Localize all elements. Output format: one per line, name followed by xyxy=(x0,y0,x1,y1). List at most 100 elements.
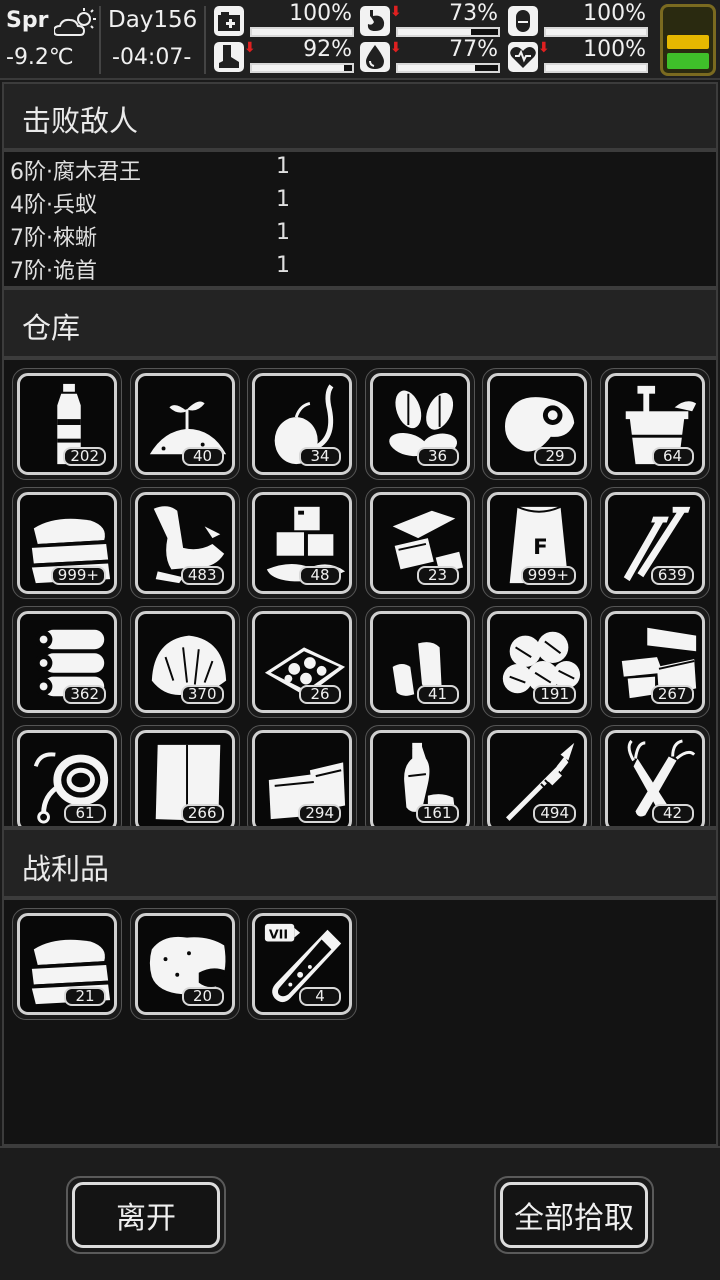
item-count: 639 xyxy=(650,566,694,585)
stamina-percent: 92% xyxy=(303,37,352,62)
leave-button[interactable]: 离开 xyxy=(66,1176,226,1254)
temperature-label: -9.2℃ xyxy=(6,45,74,70)
item-slot[interactable]: 42 xyxy=(599,725,710,826)
item-slot[interactable]: 483 xyxy=(129,487,240,599)
stamina-bar xyxy=(250,63,354,73)
item-slot[interactable]: 294 xyxy=(247,725,357,826)
item-slot-frame: F 999+ xyxy=(487,492,587,594)
thirst-stat: ⬇ 77% xyxy=(360,37,500,75)
heart-stat: ⬇ 100% xyxy=(508,37,648,75)
mood-bar xyxy=(544,27,648,37)
section-title: 击败敌人 xyxy=(22,104,139,138)
item-slot[interactable]: 21 xyxy=(12,908,122,1020)
hunger-stat: ⬇ 73% xyxy=(360,1,500,39)
item-slot[interactable]: 266 xyxy=(129,725,240,826)
item-slot[interactable]: 41 xyxy=(364,606,475,718)
item-slot-frame: 494 xyxy=(487,730,587,826)
item-slot[interactable]: 34 xyxy=(247,368,357,480)
item-slot[interactable]: 40 xyxy=(129,368,240,480)
mood-percent: 100% xyxy=(583,1,646,26)
item-count: 48 xyxy=(299,566,341,585)
item-slot-frame: 21 xyxy=(17,913,117,1015)
health-bar xyxy=(250,27,354,37)
item-slot[interactable]: 61 xyxy=(12,725,122,826)
item-count: 483 xyxy=(180,566,224,585)
heart-icon xyxy=(508,42,538,72)
pill-icon xyxy=(508,6,538,36)
take-all-button[interactable]: 全部拾取 xyxy=(494,1176,654,1254)
leave-button-label: 离开 xyxy=(72,1182,220,1248)
item-count: 999+ xyxy=(50,566,106,585)
divider xyxy=(99,6,101,74)
section-title: 战利品 xyxy=(22,852,110,886)
footer: 离开 全部拾取 xyxy=(0,1146,720,1280)
item-slot-frame: 267 xyxy=(604,611,705,713)
item-count: 23 xyxy=(416,566,459,585)
trend-arrow: ⬇ xyxy=(390,4,402,20)
enemy-name: 4阶·兵蚁 xyxy=(10,193,97,218)
stomach-icon xyxy=(360,6,390,36)
trend-arrow: ⬇ xyxy=(538,40,550,56)
item-count: 36 xyxy=(416,447,459,466)
item-count: 161 xyxy=(415,804,459,823)
boot-icon xyxy=(214,42,244,72)
battery-cell-top xyxy=(667,35,709,49)
enemy-name: 7阶·诡首 xyxy=(10,259,97,284)
item-count: 34 xyxy=(299,447,341,466)
loot-grid[interactable]: 21 20 VII 4 xyxy=(2,898,718,1146)
item-slot-frame: 370 xyxy=(134,611,235,713)
item-slot-frame: 29 xyxy=(487,373,587,475)
item-slot[interactable]: 494 xyxy=(482,725,592,826)
item-slot[interactable]: 161 xyxy=(364,725,475,826)
item-slot[interactable]: 370 xyxy=(129,606,240,718)
hunger-bar xyxy=(396,27,500,37)
item-slot-frame: VII 4 xyxy=(252,913,352,1015)
item-slot-frame: 23 xyxy=(369,492,470,594)
trend-arrow: ⬇ xyxy=(390,40,402,56)
item-slot-frame: 61 xyxy=(17,730,117,826)
item-slot[interactable]: 48 xyxy=(247,487,357,599)
item-slot[interactable]: 267 xyxy=(599,606,710,718)
item-count: 4 xyxy=(299,987,341,1006)
item-slot[interactable]: 202 xyxy=(12,368,122,480)
battery-icon[interactable] xyxy=(660,4,716,76)
item-slot[interactable]: 26 xyxy=(247,606,357,718)
warehouse-grid[interactable]: 202 40 34 36 29 64 999+ 483 48 23 F 999+ 639 362 370 26… xyxy=(2,358,718,828)
item-slot[interactable]: 20 xyxy=(129,908,240,1020)
loot-header: 战利品 xyxy=(2,828,718,898)
item-count: 494 xyxy=(533,804,576,823)
item-slot[interactable]: 29 xyxy=(482,368,592,480)
item-count: 362 xyxy=(63,685,106,704)
enemy-count: 1 xyxy=(276,187,290,212)
item-slot-frame: 64 xyxy=(604,373,705,475)
section-title: 仓库 xyxy=(22,311,81,345)
item-slot[interactable]: 23 xyxy=(364,487,475,599)
item-count: 40 xyxy=(181,447,224,466)
thirst-percent: 77% xyxy=(449,37,498,62)
item-slot[interactable]: 191 xyxy=(482,606,592,718)
thirst-bar xyxy=(396,63,500,73)
item-slot-frame: 266 xyxy=(134,730,235,826)
item-slot[interactable]: 999+ xyxy=(12,487,122,599)
item-slot[interactable]: 36 xyxy=(364,368,475,480)
enemy-name: 6阶·腐木君王 xyxy=(10,160,141,185)
health-stat: 100% xyxy=(214,1,354,39)
item-slot-frame: 202 xyxy=(17,373,117,475)
item-slot-frame: 999+ xyxy=(17,492,117,594)
partly-sunny-icon xyxy=(54,8,96,36)
enemy-count: 1 xyxy=(276,220,290,245)
item-count: 42 xyxy=(651,804,694,823)
item-count: 61 xyxy=(64,804,106,823)
item-count: 64 xyxy=(651,447,694,466)
enemy-count: 1 xyxy=(276,253,290,278)
clock-label: -04:07- xyxy=(112,45,192,70)
item-count: 202 xyxy=(63,447,106,466)
item-slot-frame: 40 xyxy=(134,373,235,475)
item-slot[interactable]: F 999+ xyxy=(482,487,592,599)
item-slot[interactable]: 362 xyxy=(12,606,122,718)
battery-cell-bottom xyxy=(667,53,709,69)
item-slot[interactable]: 64 xyxy=(599,368,710,480)
heart-percent: 100% xyxy=(583,37,646,62)
item-slot[interactable]: VII 4 xyxy=(247,908,357,1020)
item-slot[interactable]: 639 xyxy=(599,487,710,599)
